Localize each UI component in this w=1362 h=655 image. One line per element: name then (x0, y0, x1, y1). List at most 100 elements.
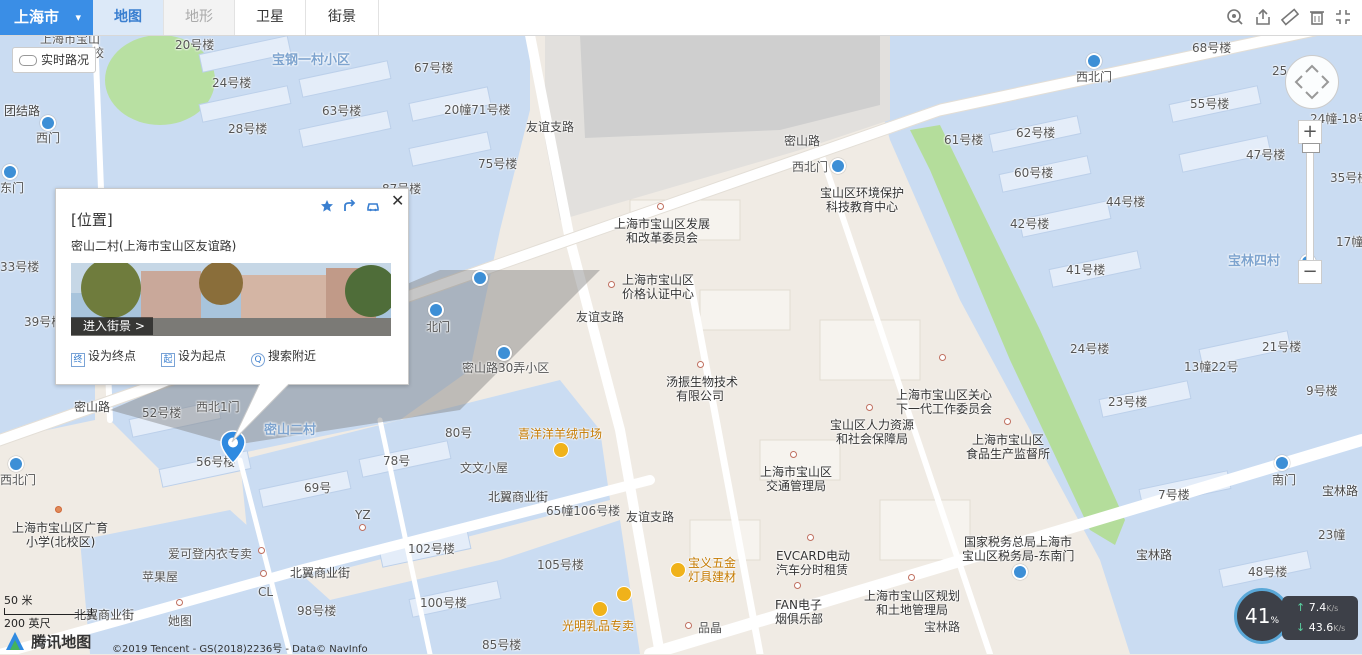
city-selector[interactable]: 上海市 ▾ (0, 0, 93, 35)
city-name: 上海市 (14, 8, 60, 26)
map-label: 上海市宝山区关心 (896, 388, 993, 402)
map-label: 7号楼 (1158, 488, 1190, 502)
shop-icon[interactable] (616, 586, 632, 602)
map-label: 宝山区环境保护 (820, 186, 905, 200)
map-label: 61号楼 (944, 133, 984, 147)
poi-dot[interactable] (790, 451, 797, 458)
network-speed-panel: ↑ 7.4K/s ↓ 43.6K/s (1282, 596, 1358, 640)
shop-icon[interactable] (592, 601, 608, 617)
close-icon[interactable]: ✕ (391, 191, 404, 210)
poi-dot[interactable] (657, 203, 664, 210)
tab-satellite[interactable]: 卫星 (235, 0, 306, 35)
share-icon[interactable] (1254, 8, 1272, 26)
bus-stop-icon[interactable] (1086, 53, 1102, 69)
logo-icon (6, 632, 24, 650)
map-label: 60号楼 (1014, 166, 1054, 180)
pan-control[interactable] (1285, 55, 1339, 109)
tab-map[interactable]: 地图 (93, 0, 164, 35)
poi-dot[interactable] (258, 547, 265, 554)
ruler-icon[interactable] (1281, 8, 1299, 26)
poi-dot[interactable] (685, 622, 692, 629)
enter-streetview-link[interactable]: 进入街景 > (71, 317, 153, 335)
zoom-out-button[interactable]: − (1298, 260, 1322, 284)
location-popup: [位置] 密山二村(上海市宝山区友谊路) ✕ 进入街景 > 终设为终点 起设为起… (55, 188, 409, 385)
set-origin-label: 设为起点 (178, 349, 227, 363)
poi-dot[interactable] (608, 281, 615, 288)
poi-dot[interactable] (794, 582, 801, 589)
trash-icon[interactable] (1308, 8, 1326, 26)
traffic-label: 实时路况 (41, 53, 90, 67)
poi-dot[interactable] (697, 361, 704, 368)
map-label: 南门 (1272, 473, 1297, 487)
upload-rate-unit: K/s (1326, 604, 1339, 613)
favorite-star-icon[interactable] (320, 199, 334, 213)
map-label: 友谊支路 (576, 310, 625, 324)
bus-stop-icon[interactable] (496, 345, 512, 361)
set-destination-button[interactable]: 终设为终点 (71, 347, 136, 367)
map-label: 宝林路 (924, 620, 961, 634)
map-label: 42号楼 (1010, 217, 1050, 231)
map-label: 密山路 (74, 400, 111, 414)
zoom-slider-track[interactable] (1306, 145, 1314, 262)
zoom-in-button[interactable]: + (1298, 120, 1322, 144)
bus-stop-icon[interactable] (40, 115, 56, 131)
map-label: 68号楼 (1192, 41, 1232, 55)
poi-dot[interactable] (866, 404, 873, 411)
map-label: 98号楼 (297, 604, 337, 618)
poi-dot[interactable] (359, 524, 366, 531)
map-label: 友谊支路 (626, 510, 675, 524)
logo-text: 腾讯地图 (31, 633, 92, 651)
traffic-icon (19, 55, 37, 66)
map-label: 灯具建材 (688, 570, 737, 584)
tab-terrain[interactable]: 地形 (164, 0, 235, 35)
poi-dot[interactable] (807, 534, 814, 541)
map-label: 汽车分时租赁 (776, 563, 849, 577)
map-label: 光明乳品专卖 (562, 619, 635, 633)
map-label: 55号楼 (1190, 97, 1230, 111)
search-nearby-button[interactable]: Q 搜索附近 (251, 347, 316, 367)
bus-stop-icon[interactable] (472, 270, 488, 286)
set-origin-button[interactable]: 起设为起点 (161, 347, 226, 367)
map-label: 67号楼 (414, 61, 454, 75)
bus-stop-icon[interactable] (830, 158, 846, 174)
bus-stop-icon[interactable] (1012, 564, 1028, 580)
map-label: 85号楼 (482, 638, 522, 652)
share-arrow-icon[interactable] (343, 199, 357, 213)
bus-stop-icon[interactable] (8, 456, 24, 472)
map-label: 23号楼 (1108, 395, 1148, 409)
bus-stop-icon[interactable] (1274, 455, 1290, 471)
poi-dot[interactable] (939, 354, 946, 361)
poi-dot[interactable] (176, 599, 183, 606)
realtime-traffic-button[interactable]: 实时路况 (12, 47, 97, 73)
poi-dot[interactable] (55, 506, 62, 513)
poi-dot[interactable] (908, 574, 915, 581)
poi-dot[interactable] (1004, 418, 1011, 425)
car-route-icon[interactable] (366, 199, 380, 213)
map-label: 33号楼 (0, 260, 40, 274)
map-label: FAN电子 (775, 598, 822, 612)
map-label: 宝义五金 (688, 556, 737, 570)
bus-stop-icon[interactable] (428, 302, 444, 318)
shop-icon[interactable] (553, 442, 569, 458)
upload-arrow-icon: ↑ (1296, 601, 1309, 614)
shop-icon[interactable] (670, 562, 686, 578)
bus-stop-icon[interactable] (2, 164, 18, 180)
poi-dot[interactable] (260, 570, 267, 577)
search-icon: Q (251, 353, 265, 367)
map-label: 105号楼 (537, 558, 584, 572)
upload-speed: 7.4 (1308, 601, 1327, 614)
map-label: 69号 (304, 481, 332, 495)
map-label: 80号 (445, 426, 473, 440)
fullscreen-icon[interactable] (1334, 8, 1352, 26)
popup-address: 密山二村(上海市宝山区友谊路) (71, 239, 237, 253)
zoom-slider-handle[interactable] (1302, 143, 1320, 153)
map-label: 食品生产监督所 (966, 447, 1051, 461)
map-label: 宝林路 (1136, 548, 1173, 562)
map-label: 上海市宝山区 (622, 273, 695, 287)
network-percent: 41 (1244, 604, 1271, 628)
search-zoom-icon[interactable] (1226, 8, 1244, 26)
map-label: 爱可登内衣专卖 (168, 547, 253, 561)
map-label: CL (258, 585, 274, 599)
popup-pointer (231, 382, 290, 443)
tab-streetview[interactable]: 街景 (306, 0, 379, 35)
